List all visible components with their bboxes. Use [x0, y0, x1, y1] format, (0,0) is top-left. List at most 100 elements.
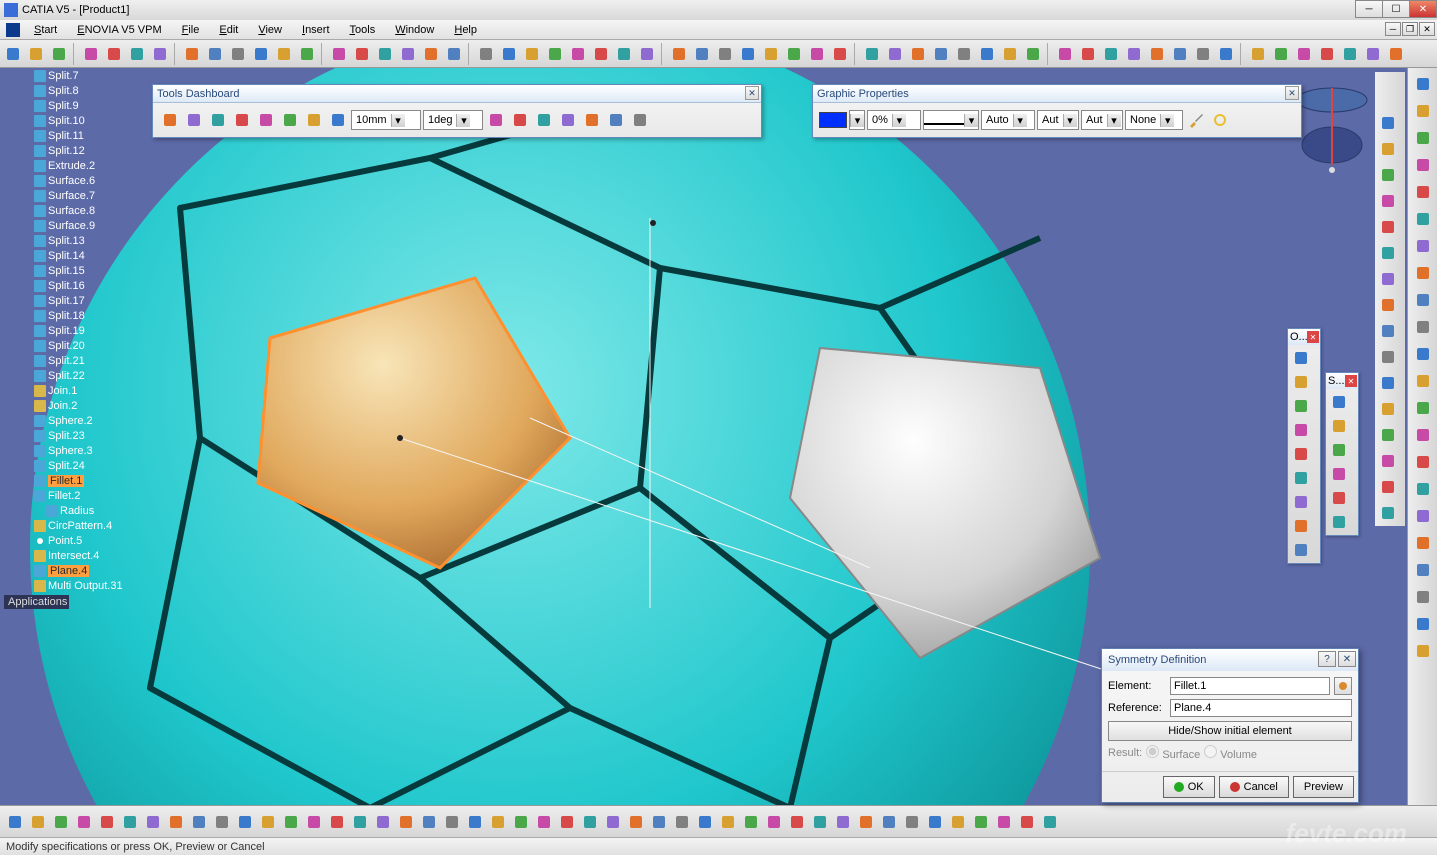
right-icon-3[interactable] [1411, 153, 1435, 177]
menu-file[interactable]: File [172, 22, 210, 38]
bottom-icon-10[interactable] [234, 811, 256, 833]
pal-o-icon-7[interactable] [1290, 515, 1312, 537]
bottom-icon-9[interactable] [211, 811, 233, 833]
bottom-icon-0[interactable] [4, 811, 26, 833]
right2-icon-15[interactable] [1377, 502, 1399, 524]
right-icon-5[interactable] [1411, 207, 1435, 231]
top-icon-29[interactable] [714, 43, 736, 65]
right2-icon-9[interactable] [1377, 346, 1399, 368]
bottom-icon-16[interactable] [372, 811, 394, 833]
right2-icon-12[interactable] [1377, 424, 1399, 446]
thickness-value[interactable]: Auto [982, 114, 1013, 126]
top-icon-22[interactable] [544, 43, 566, 65]
top-icon-40[interactable] [976, 43, 998, 65]
tree-split-11[interactable]: Split.11 [4, 128, 164, 143]
td-icon-r5[interactable] [605, 109, 627, 131]
top-icon-44[interactable] [1077, 43, 1099, 65]
top-icon-53[interactable] [1293, 43, 1315, 65]
bottom-icon-25[interactable] [579, 811, 601, 833]
element-input[interactable] [1170, 677, 1330, 695]
td-icon-7[interactable] [159, 109, 181, 131]
top-icon-43[interactable] [1054, 43, 1076, 65]
top-icon-57[interactable] [1385, 43, 1407, 65]
top-icon-28[interactable] [691, 43, 713, 65]
top-icon-24[interactable] [590, 43, 612, 65]
bottom-icon-13[interactable] [303, 811, 325, 833]
chevron-down-icon[interactable]: ▾ [850, 114, 864, 127]
pal-o-icon-2[interactable] [1290, 395, 1312, 417]
bottom-icon-8[interactable] [188, 811, 210, 833]
right2-icon-4[interactable] [1377, 216, 1399, 238]
tree-split-23[interactable]: Split.23 [4, 428, 164, 443]
wizard-icon[interactable] [1209, 109, 1231, 131]
layer-value[interactable]: None [1126, 114, 1160, 126]
menu-tools[interactable]: Tools [340, 22, 386, 38]
pal-o-icon-1[interactable] [1290, 371, 1312, 393]
bottom-icon-37[interactable] [855, 811, 877, 833]
tree-split-24[interactable]: Split.24 [4, 458, 164, 473]
top-icon-7[interactable] [181, 43, 203, 65]
right-icon-13[interactable] [1411, 423, 1435, 447]
top-icon-25[interactable] [613, 43, 635, 65]
right-icon-0[interactable] [1411, 72, 1435, 96]
top-icon-47[interactable] [1146, 43, 1168, 65]
tree-surface-7[interactable]: Surface.7 [4, 188, 164, 203]
bottom-icon-45[interactable] [1039, 811, 1061, 833]
top-icon-17[interactable] [420, 43, 442, 65]
tree-split-20[interactable]: Split.20 [4, 338, 164, 353]
right-icon-1[interactable] [1411, 99, 1435, 123]
bottom-icon-12[interactable] [280, 811, 302, 833]
top-icon-15[interactable] [374, 43, 396, 65]
bottom-icon-26[interactable] [602, 811, 624, 833]
top-icon-54[interactable] [1316, 43, 1338, 65]
bottom-icon-33[interactable] [763, 811, 785, 833]
right2-icon-1[interactable] [1377, 138, 1399, 160]
bottom-icon-30[interactable] [694, 811, 716, 833]
bottom-icon-14[interactable] [326, 811, 348, 833]
bottom-icon-42[interactable] [970, 811, 992, 833]
bottom-icon-32[interactable] [740, 811, 762, 833]
tree-intersect-4[interactable]: Intersect.4 [4, 548, 164, 563]
top-icon-45[interactable] [1100, 43, 1122, 65]
tree-sphere-3[interactable]: Sphere.3 [4, 443, 164, 458]
bottom-icon-2[interactable] [50, 811, 72, 833]
menu-help[interactable]: Help [444, 22, 487, 38]
right-icon-18[interactable] [1411, 558, 1435, 582]
tree-split-15[interactable]: Split.15 [4, 263, 164, 278]
top-icon-2[interactable] [48, 43, 70, 65]
tree-point-5[interactable]: Point.5 [4, 533, 164, 548]
bottom-icon-44[interactable] [1016, 811, 1038, 833]
minimize-button[interactable]: ─ [1355, 0, 1383, 18]
tree-split-10[interactable]: Split.10 [4, 113, 164, 128]
top-icon-1[interactable] [25, 43, 47, 65]
top-icon-14[interactable] [351, 43, 373, 65]
tree-split-18[interactable]: Split.18 [4, 308, 164, 323]
top-icon-38[interactable] [930, 43, 952, 65]
bottom-icon-38[interactable] [878, 811, 900, 833]
right-icon-11[interactable] [1411, 369, 1435, 393]
tree-surface-8[interactable]: Surface.8 [4, 203, 164, 218]
bottom-icon-36[interactable] [832, 811, 854, 833]
preview-button[interactable]: Preview [1293, 776, 1354, 798]
bottom-icon-31[interactable] [717, 811, 739, 833]
right2-icon-5[interactable] [1377, 242, 1399, 264]
palette-s[interactable]: S...✕ [1325, 372, 1359, 536]
top-icon-48[interactable] [1169, 43, 1191, 65]
palette-o[interactable]: O...✕ [1287, 328, 1321, 564]
chevron-down-icon[interactable]: ▾ [1160, 114, 1174, 127]
point-value[interactable]: Aut [1038, 114, 1063, 126]
top-icon-39[interactable] [953, 43, 975, 65]
top-icon-50[interactable] [1215, 43, 1237, 65]
pal-s-icon-4[interactable] [1328, 487, 1350, 509]
brush-icon[interactable] [1185, 109, 1207, 131]
td-icon-1[interactable] [303, 109, 325, 131]
tree-plane-4[interactable]: Plane.4 [4, 563, 164, 578]
close-icon[interactable]: ✕ [1345, 375, 1357, 387]
right-icon-21[interactable] [1411, 639, 1435, 663]
right-icon-20[interactable] [1411, 612, 1435, 636]
tree-multi output-31[interactable]: Multi Output.31 [4, 578, 164, 593]
bottom-icon-40[interactable] [924, 811, 946, 833]
td-icon-r3[interactable] [557, 109, 579, 131]
right2-icon-2[interactable] [1377, 164, 1399, 186]
tree-radius[interactable]: Radius [4, 503, 164, 518]
